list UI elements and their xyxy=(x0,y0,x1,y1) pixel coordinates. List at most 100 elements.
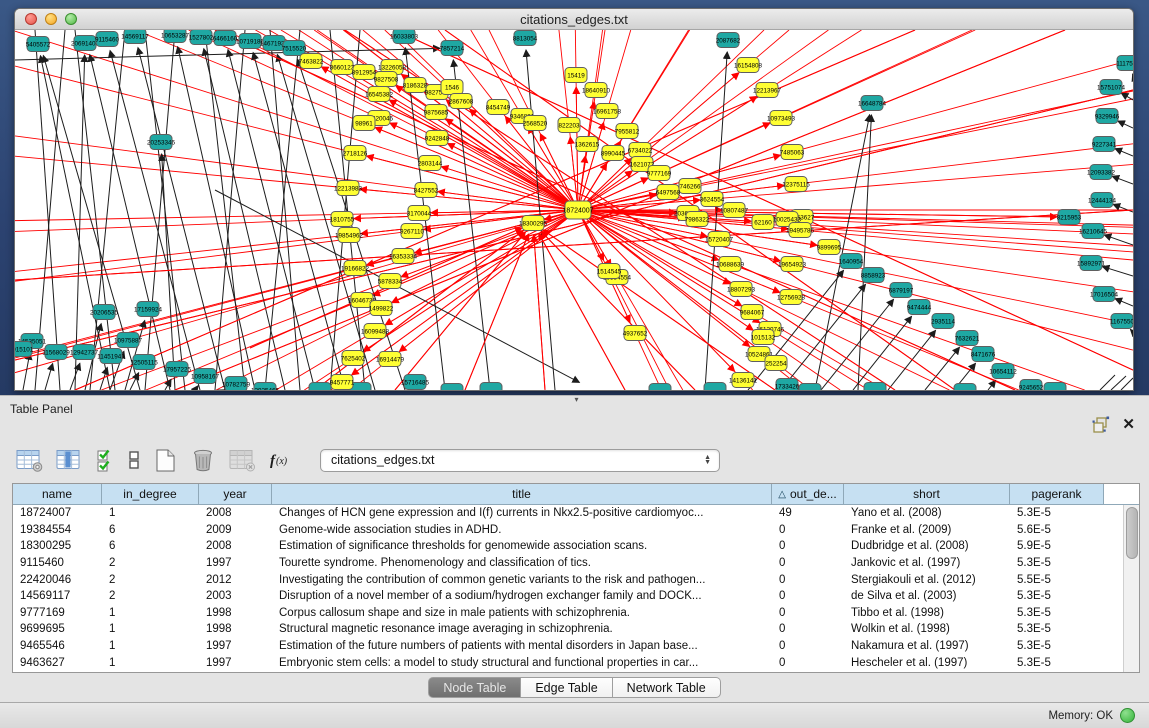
table-row[interactable]: 977716911998Corpus callosum shape and si… xyxy=(13,605,1124,622)
stacked-rows-button[interactable] xyxy=(128,448,140,472)
table-options-button[interactable] xyxy=(16,449,43,472)
table-cell: 5.5E-5 xyxy=(1010,574,1104,586)
delete-table-button[interactable] xyxy=(191,448,216,473)
row-selection-button[interactable] xyxy=(96,448,115,472)
column-header-label: year xyxy=(223,487,246,501)
table-row[interactable]: 1830029562008Estimation of significance … xyxy=(13,538,1124,555)
tab-node-table[interactable]: Node Table xyxy=(428,677,521,698)
graph-svg[interactable]: 5405572206914069115460145691171065328715… xyxy=(15,30,1133,390)
table-cell: 5.3E-5 xyxy=(1010,640,1104,652)
graph-node-label: 8813054 xyxy=(513,35,538,42)
panel-splitter-handle[interactable]: ▾ xyxy=(575,395,579,404)
table-cell: Tourette syndrome. Phenomenology and cla… xyxy=(272,557,772,569)
new-document-button[interactable] xyxy=(153,448,178,473)
graph-edge xyxy=(45,364,53,390)
table-cell: 19384554 xyxy=(13,524,102,536)
column-header-year[interactable]: year xyxy=(199,484,272,504)
zoom-window-icon[interactable] xyxy=(65,13,77,25)
table-cell: 2003 xyxy=(199,590,272,602)
table-row[interactable]: 1872400712008Changes of HCN gene express… xyxy=(13,505,1124,522)
graph-node-label: 16154808 xyxy=(734,62,763,69)
graph-edge xyxy=(215,30,245,390)
column-header-pagerank[interactable]: pagerank xyxy=(1010,484,1104,504)
graph-node[interactable] xyxy=(704,383,726,391)
table-scrollbar-thumb[interactable] xyxy=(1126,507,1138,559)
graph-edge xyxy=(1121,378,1133,390)
graph-node-label: 15892971 xyxy=(1077,260,1106,267)
graph-node-label: 746266 xyxy=(679,183,701,190)
table-cell: 0 xyxy=(772,574,844,586)
graph-node-label: 10653287 xyxy=(161,32,190,39)
graph-node[interactable] xyxy=(1044,383,1066,391)
table-cell: 0 xyxy=(772,657,844,669)
graph-node[interactable] xyxy=(954,384,976,391)
graph-node-label: 19495786 xyxy=(786,227,815,234)
delete-table-icon xyxy=(191,448,216,473)
table-scrollbar[interactable] xyxy=(1123,505,1139,672)
table-row[interactable]: 1938455462009Genome-wide association stu… xyxy=(13,522,1124,539)
graph-node[interactable] xyxy=(309,383,331,391)
column-header-title[interactable]: title xyxy=(272,484,772,504)
graph-node-label: 7515520 xyxy=(282,45,307,52)
column-visibility-button[interactable] xyxy=(56,449,83,472)
graph-node[interactable] xyxy=(441,384,463,391)
table-row[interactable]: 946554611997Estimation of the future num… xyxy=(13,638,1124,655)
graph-node-label: 12093382 xyxy=(1087,169,1116,176)
table-cell: 5.3E-5 xyxy=(1010,657,1104,669)
graph-edge xyxy=(1118,121,1133,128)
float-window-icon[interactable] xyxy=(1092,416,1110,433)
graph-node[interactable] xyxy=(799,384,821,391)
table-cell: 1998 xyxy=(199,607,272,619)
table-cell: Embryonic stem cells: a model to study s… xyxy=(272,657,772,669)
graph-edge xyxy=(162,154,175,390)
network-window-titlebar[interactable]: citations_edges.txt xyxy=(15,9,1133,30)
column-header-out_de[interactable]: △out_de... xyxy=(772,484,844,504)
table-cell: 1 xyxy=(102,623,199,635)
graph-node[interactable] xyxy=(649,384,671,391)
table-cell: 2008 xyxy=(199,507,272,519)
column-header-in_degree[interactable]: in_degree xyxy=(102,484,199,504)
table-row[interactable]: 969969511998Structural magnetic resonanc… xyxy=(13,621,1124,638)
graph-node-label: 3624554 xyxy=(700,196,725,203)
graph-node-label: 17957225 xyxy=(163,366,192,373)
minimize-window-icon[interactable] xyxy=(45,13,57,25)
graph-node-label: 2087682 xyxy=(716,37,741,44)
graph-edge xyxy=(23,353,30,390)
table-row[interactable]: 2242004622012Investigating the contribut… xyxy=(13,571,1124,588)
network-view[interactable]: 5405572206914069115460145691171065328715… xyxy=(15,30,1133,390)
graph-node-label: 9827508 xyxy=(374,76,399,83)
column-header-short[interactable]: short xyxy=(844,484,1010,504)
memory-status-label: Memory: OK xyxy=(1048,710,1113,722)
network-desktop: citations_edges.txt 54055722069140691154… xyxy=(0,0,1149,395)
graph-node-label: 10958167 xyxy=(191,373,220,380)
graph-node-label: 1527802 xyxy=(189,34,214,41)
column-header-name[interactable]: name xyxy=(13,484,102,504)
table-row[interactable]: 1456911722003Disruption of a novel membe… xyxy=(13,588,1124,605)
close-window-icon[interactable] xyxy=(25,13,37,25)
table-cell: 5.3E-5 xyxy=(1010,557,1104,569)
tab-network-table[interactable]: Network Table xyxy=(613,677,721,698)
graph-edge xyxy=(1130,329,1133,332)
tab-edge-table[interactable]: Edge Table xyxy=(521,677,612,698)
graph-edge xyxy=(178,47,255,390)
import-table-button[interactable] xyxy=(229,449,256,472)
graph-edge xyxy=(1115,149,1133,156)
table-cell: 22420046 xyxy=(13,574,102,586)
graph-node-label: 12375115 xyxy=(782,181,810,188)
graph-node-label: 16033803 xyxy=(390,33,419,40)
table-row[interactable]: 946362711997Embryonic stem cells: a mode… xyxy=(13,654,1124,671)
graph-node-label: 16914479 xyxy=(376,356,405,363)
graph-edge xyxy=(204,49,285,390)
graph-node[interactable] xyxy=(480,383,502,391)
table-cell: 2009 xyxy=(199,524,272,536)
function-builder-button[interactable]: f(x) xyxy=(269,449,295,471)
graph-node[interactable] xyxy=(864,383,886,391)
graph-node-label: 1640954 xyxy=(839,258,864,265)
graph-node-label: 1810755 xyxy=(330,216,355,223)
network-table-selector[interactable]: citations_edges.txt ▲▼ xyxy=(320,449,720,472)
graph-node-label: 17016504 xyxy=(1090,291,1119,298)
graph-node-label: 10782759 xyxy=(222,381,251,388)
table-row[interactable]: 911546021997Tourette syndrome. Phenomeno… xyxy=(13,555,1124,572)
table-cell: 0 xyxy=(772,557,844,569)
table-header-row[interactable]: namein_degree year title△out_de...shortpag… xyxy=(13,484,1139,505)
